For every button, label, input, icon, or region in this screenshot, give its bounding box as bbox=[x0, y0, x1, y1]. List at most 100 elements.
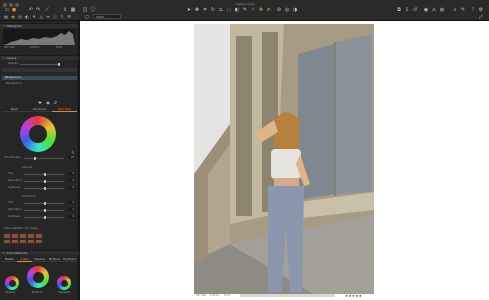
details-tab-icon[interactable]: △ bbox=[38, 14, 44, 20]
export-icon[interactable]: ⇧ bbox=[62, 7, 68, 13]
copy-adjust-icon[interactable]: ⧉ bbox=[396, 7, 402, 13]
lightness-knob[interactable] bbox=[44, 187, 46, 190]
u-lightness-slider[interactable] bbox=[24, 216, 64, 219]
info-icon[interactable]: ⓘ bbox=[90, 7, 96, 13]
opacity-label: Opacity bbox=[8, 62, 18, 65]
lightness-value[interactable]: 0 bbox=[68, 186, 75, 189]
wb-icon[interactable]: ◑ bbox=[292, 7, 298, 13]
warning-icon[interactable]: ⚠ bbox=[431, 7, 437, 13]
u-saturation-knob[interactable] bbox=[44, 209, 46, 212]
eraser-icon[interactable]: ✐ bbox=[250, 7, 256, 13]
batch-tab-icon[interactable]: ☰ bbox=[66, 14, 72, 20]
tab-advanced[interactable]: Advanced bbox=[27, 107, 52, 112]
metadata-tab-icon[interactable]: ⓘ bbox=[52, 14, 58, 20]
tab-basic[interactable]: Basic bbox=[2, 107, 27, 112]
u-lightness-knob[interactable] bbox=[44, 216, 46, 219]
annotation-icon[interactable]: ✍ bbox=[266, 7, 272, 13]
hue-knob[interactable] bbox=[44, 173, 46, 176]
tab-master[interactable]: Master bbox=[2, 257, 17, 262]
u-saturation-value[interactable]: 0 bbox=[68, 208, 75, 211]
fullscreen-icon[interactable]: ⤢ bbox=[478, 14, 484, 20]
rating-stars[interactable]: ★★★★★ bbox=[345, 294, 362, 298]
swatch[interactable] bbox=[11, 238, 19, 244]
crop-icon[interactable]: ⌗ bbox=[202, 7, 208, 13]
tab-highlight[interactable]: Highlight bbox=[62, 257, 77, 262]
saturation-knob[interactable] bbox=[44, 180, 46, 183]
shadow-color-wheel[interactable] bbox=[5, 276, 19, 290]
apply-adjust-icon[interactable]: ⇩ bbox=[404, 7, 410, 13]
saturation-value[interactable]: 0 bbox=[68, 179, 75, 182]
swatch[interactable] bbox=[3, 238, 11, 244]
highlight-color-wheel[interactable] bbox=[57, 276, 71, 290]
keystone-icon[interactable]: ⏢ bbox=[218, 7, 224, 13]
smoothness-value[interactable]: 20 bbox=[68, 156, 75, 159]
u-saturation-label: Saturation bbox=[8, 208, 22, 211]
opacity-knob[interactable] bbox=[58, 63, 60, 66]
undo-icon[interactable]: ↶ bbox=[28, 7, 34, 13]
mask-icon[interactable]: ◐ bbox=[234, 7, 240, 13]
pan-icon[interactable]: ✥ bbox=[194, 7, 200, 13]
picker-icon[interactable]: ✚ bbox=[37, 100, 43, 106]
layer-item-background[interactable]: Background bbox=[2, 76, 77, 80]
u-hue-slider[interactable] bbox=[24, 202, 64, 205]
edit-icon[interactable]: ✎ bbox=[460, 7, 466, 13]
spot-icon[interactable]: ◌ bbox=[226, 7, 232, 13]
hue-slider[interactable] bbox=[24, 173, 64, 176]
skin-swatch-grid[interactable] bbox=[3, 233, 43, 244]
lightness-slider[interactable] bbox=[24, 187, 64, 190]
brush-icon[interactable]: ⟋ bbox=[44, 7, 50, 13]
layers-title: Layers bbox=[6, 56, 17, 60]
histogram-header[interactable]: ▾ Histogram bbox=[0, 23, 78, 28]
proof-icon[interactable]: ◍ bbox=[439, 7, 445, 13]
redo-icon[interactable]: ↷ bbox=[35, 7, 41, 13]
eye-icon[interactable]: ◉ bbox=[423, 7, 429, 13]
cursor-icon[interactable]: ➤ bbox=[186, 7, 192, 13]
settings-icon[interactable]: ⚙ bbox=[478, 7, 484, 13]
skin-tone-color-wheel[interactable] bbox=[20, 116, 56, 152]
layer-action-row[interactable] bbox=[2, 68, 77, 72]
color-picker-icon[interactable]: ✚ bbox=[258, 7, 264, 13]
u-hue-knob[interactable] bbox=[44, 202, 46, 205]
reset-icon[interactable]: ↺ bbox=[52, 100, 58, 106]
exposure-tab-icon[interactable]: ☀ bbox=[31, 14, 37, 20]
tab-3-way[interactable]: 3-Way bbox=[17, 257, 32, 262]
smoothness-slider[interactable] bbox=[24, 157, 64, 160]
u-saturation-slider[interactable] bbox=[24, 209, 64, 212]
folder-icon[interactable]: ▭ bbox=[4, 7, 10, 13]
opacity-slider[interactable] bbox=[20, 63, 60, 66]
photo-preview[interactable] bbox=[194, 24, 374, 294]
u-lightness-value[interactable]: 0 bbox=[68, 215, 75, 218]
capture-icon[interactable]: ● bbox=[11, 7, 17, 13]
swatch[interactable] bbox=[27, 238, 35, 244]
help-icon[interactable]: ? bbox=[470, 7, 476, 13]
search-icon[interactable]: ⌕ bbox=[452, 7, 458, 13]
lens-icon[interactable]: ◎ bbox=[17, 14, 23, 20]
layers-header[interactable]: ▾ Layers bbox=[0, 55, 79, 60]
gradient-icon[interactable]: ⊘ bbox=[276, 7, 282, 13]
view-single-icon[interactable]: ▢ bbox=[84, 14, 90, 20]
smoothness-knob[interactable] bbox=[34, 157, 36, 160]
reset-icon[interactable]: ↺ bbox=[412, 7, 418, 13]
swatch[interactable] bbox=[35, 238, 43, 244]
eye-icon[interactable]: ◉ bbox=[45, 100, 51, 106]
picker-icon[interactable]: ✎ bbox=[242, 7, 248, 13]
hue-value[interactable]: 0 bbox=[68, 172, 75, 175]
saturation-slider[interactable] bbox=[24, 180, 64, 183]
compare-icon[interactable]: ◫ bbox=[82, 7, 88, 13]
color-balance-header[interactable]: ▾ Color Balance bbox=[0, 250, 79, 255]
rotate-icon[interactable]: ↻ bbox=[210, 7, 216, 13]
zoom-select[interactable]: 100% bbox=[93, 14, 121, 19]
capture-tab-icon[interactable]: ◉ bbox=[10, 14, 16, 20]
u-hue-value[interactable]: 0 bbox=[68, 201, 75, 204]
swatch[interactable] bbox=[19, 238, 27, 244]
tab-midtone[interactable]: Midtone bbox=[47, 257, 62, 262]
radial-icon[interactable]: ◎ bbox=[284, 7, 290, 13]
color-tab-icon[interactable]: ◐ bbox=[24, 14, 30, 20]
output-tab-icon[interactable]: ⇪ bbox=[59, 14, 65, 20]
adjust-tab-icon[interactable]: ≡ bbox=[45, 14, 51, 20]
grid-icon[interactable]: ▦ bbox=[70, 7, 76, 13]
tab-skin-tone[interactable]: Skin Tone bbox=[52, 107, 77, 112]
library-icon[interactable]: ▤ bbox=[3, 14, 9, 20]
midtone-color-wheel[interactable] bbox=[27, 266, 49, 288]
tab-shadow[interactable]: Shadow bbox=[32, 257, 47, 262]
